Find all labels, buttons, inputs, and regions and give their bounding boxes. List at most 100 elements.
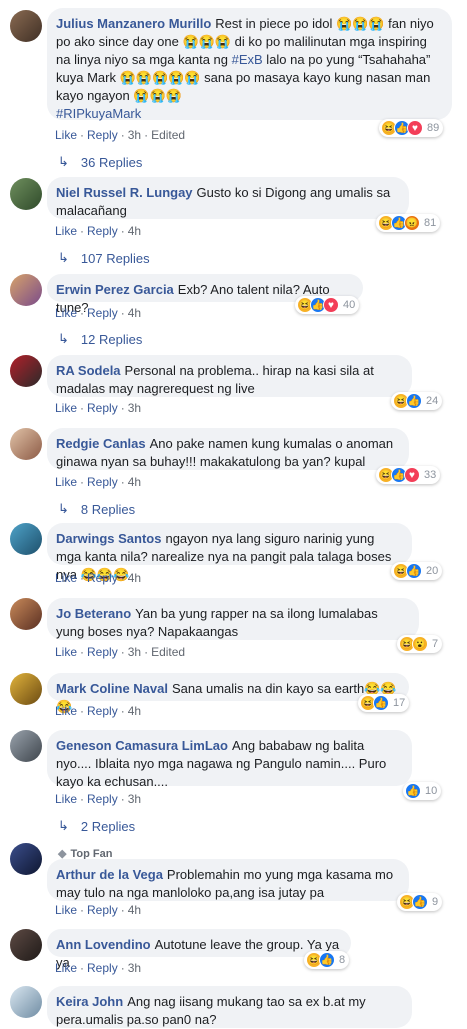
avatar[interactable] — [10, 274, 42, 306]
avatar[interactable] — [10, 673, 42, 705]
like-button[interactable]: Like — [55, 571, 77, 585]
reply-arrow-icon: ↳ — [58, 331, 69, 346]
timestamp[interactable]: 4h — [128, 224, 141, 238]
avatar[interactable] — [10, 929, 42, 961]
reply-button[interactable]: Reply — [87, 571, 118, 585]
view-replies-link[interactable]: ↳ 12 Replies — [58, 331, 142, 347]
view-replies-link[interactable]: ↳ 36 Replies — [58, 154, 142, 170]
like-button[interactable]: Like — [55, 645, 77, 659]
replies-count: 2 Replies — [80, 818, 136, 834]
reaction-summary[interactable]: 😆 👍 17 — [358, 694, 410, 712]
avatar[interactable] — [10, 598, 42, 630]
replies-count: 36 Replies — [80, 154, 143, 170]
like-button[interactable]: Like — [55, 704, 77, 718]
replies-count: 107 Replies — [80, 250, 150, 266]
reply-button[interactable]: Reply — [87, 475, 118, 489]
like-button[interactable]: Like — [55, 224, 77, 238]
comment-actions: Like · Reply · 3h — [55, 961, 142, 975]
commenter-name[interactable]: RA Sodela — [56, 363, 121, 378]
reaction-summary[interactable]: 😆 👍 ♥ 40 — [295, 296, 360, 314]
replies-count: 8 Replies — [80, 501, 136, 517]
commenter-name[interactable]: Mark Coline Naval — [56, 681, 168, 696]
avatar[interactable] — [10, 843, 42, 875]
like-button[interactable]: Like — [55, 961, 77, 975]
reply-button[interactable]: Reply — [87, 903, 118, 917]
commenter-name[interactable]: Ann Lovendino — [56, 937, 151, 952]
reply-button[interactable]: Reply — [87, 401, 118, 415]
avatar[interactable] — [10, 523, 42, 555]
timestamp[interactable]: 4h — [128, 306, 141, 320]
replies-count: 12 Replies — [80, 331, 143, 347]
like-button[interactable]: Like — [55, 903, 77, 917]
timestamp[interactable]: 3h — [128, 401, 141, 415]
like-icon: 👍 — [412, 894, 428, 910]
comment-bubble: Jo Beterano Yan ba yung rapper na sa ilon… — [47, 598, 419, 640]
reaction-summary[interactable]: 😆 👍 8 — [304, 951, 350, 969]
commenter-name[interactable]: Julius Manzanero Murillo — [56, 16, 211, 31]
commenter-name[interactable]: Keira John — [56, 994, 123, 1009]
avatar[interactable] — [10, 730, 42, 762]
timestamp[interactable]: 4h — [128, 571, 141, 585]
hashtag-link[interactable]: #ExB — [232, 52, 263, 67]
crying-emoji: 😭😭😭😭😭 — [119, 70, 201, 85]
comment-bubble: RA Sodela Personal na problema.. hirap na… — [47, 355, 412, 397]
reaction-summary[interactable]: 😆 👍 ♥ 89 — [379, 119, 444, 137]
reply-button[interactable]: Reply — [87, 645, 118, 659]
commenter-name[interactable]: Jo Beterano — [56, 606, 131, 621]
timestamp[interactable]: 4h — [128, 903, 141, 917]
commenter-name[interactable]: Geneson Camasura LimLao — [56, 738, 228, 753]
reply-button[interactable]: Reply — [87, 224, 118, 238]
hashtag-link[interactable]: #RIPkuyaMark — [56, 106, 141, 121]
view-replies-link[interactable]: ↳ 107 Replies — [58, 250, 150, 266]
reply-button[interactable]: Reply — [87, 128, 118, 142]
avatar[interactable] — [10, 355, 42, 387]
avatar[interactable] — [10, 178, 42, 210]
reaction-summary[interactable]: 👍 10 — [403, 782, 442, 800]
reply-button[interactable]: Reply — [87, 961, 118, 975]
love-icon: ♥ — [323, 297, 339, 313]
reaction-summary[interactable]: 😆 👍 ♥ 33 — [376, 466, 441, 484]
timestamp[interactable]: 4h — [128, 704, 141, 718]
reaction-summary[interactable]: 😆 👍 24 — [391, 392, 443, 410]
commenter-name[interactable]: Redgie Canlas — [56, 436, 146, 451]
view-replies-link[interactable]: ↳ 2 Replies — [58, 818, 135, 834]
angry-icon: 😠 — [404, 215, 420, 231]
avatar[interactable] — [10, 428, 42, 460]
commenter-name[interactable]: Niel Russel R. Lungay — [56, 185, 193, 200]
like-button[interactable]: Like — [55, 128, 77, 142]
commenter-name[interactable]: Arthur de la Vega — [56, 867, 163, 882]
avatar[interactable] — [10, 986, 42, 1018]
commenter-name[interactable]: Darwings Santos — [56, 531, 161, 546]
timestamp[interactable]: 3h — [128, 645, 141, 659]
reply-button[interactable]: Reply — [87, 792, 118, 806]
reply-button[interactable]: Reply — [87, 306, 118, 320]
reply-arrow-icon: ↳ — [58, 154, 69, 169]
like-button[interactable]: Like — [55, 792, 77, 806]
reply-arrow-icon: ↳ — [58, 818, 69, 833]
comment-bubble: Darwings Santos ngayon nya lang siguro na… — [47, 523, 412, 582]
like-icon: 👍 — [319, 952, 335, 968]
reaction-count: 10 — [425, 785, 438, 797]
love-icon: ♥ — [404, 467, 420, 483]
reaction-count: 8 — [339, 954, 346, 966]
timestamp[interactable]: 3h — [128, 128, 141, 142]
reaction-summary[interactable]: 😆 👍 😠 81 — [376, 214, 441, 232]
comment-bubble: Geneson Camasura LimLao Ang bababaw ng ba… — [47, 730, 412, 789]
comment-actions: Like · Reply · 3h — [55, 401, 142, 415]
view-replies-link[interactable]: ↳ 8 Replies — [58, 501, 135, 517]
reaction-count: 33 — [424, 469, 437, 481]
comment-text: Sana umalis na din kayo sa earth — [172, 681, 365, 696]
like-button[interactable]: Like — [55, 401, 77, 415]
timestamp[interactable]: 3h — [128, 792, 141, 806]
comment-actions: Like · Reply · 4h — [55, 306, 142, 320]
reaction-summary[interactable]: 😆 😮 7 — [397, 635, 443, 653]
timestamp[interactable]: 3h — [128, 961, 141, 975]
reaction-summary[interactable]: 😆 👍 9 — [397, 893, 443, 911]
commenter-name[interactable]: Erwin Perez Garcia — [56, 282, 174, 297]
reply-button[interactable]: Reply — [87, 704, 118, 718]
like-button[interactable]: Like — [55, 475, 77, 489]
reaction-summary[interactable]: 😆 👍 20 — [391, 562, 443, 580]
like-button[interactable]: Like — [55, 306, 77, 320]
timestamp[interactable]: 4h — [128, 475, 141, 489]
avatar[interactable] — [10, 10, 42, 42]
